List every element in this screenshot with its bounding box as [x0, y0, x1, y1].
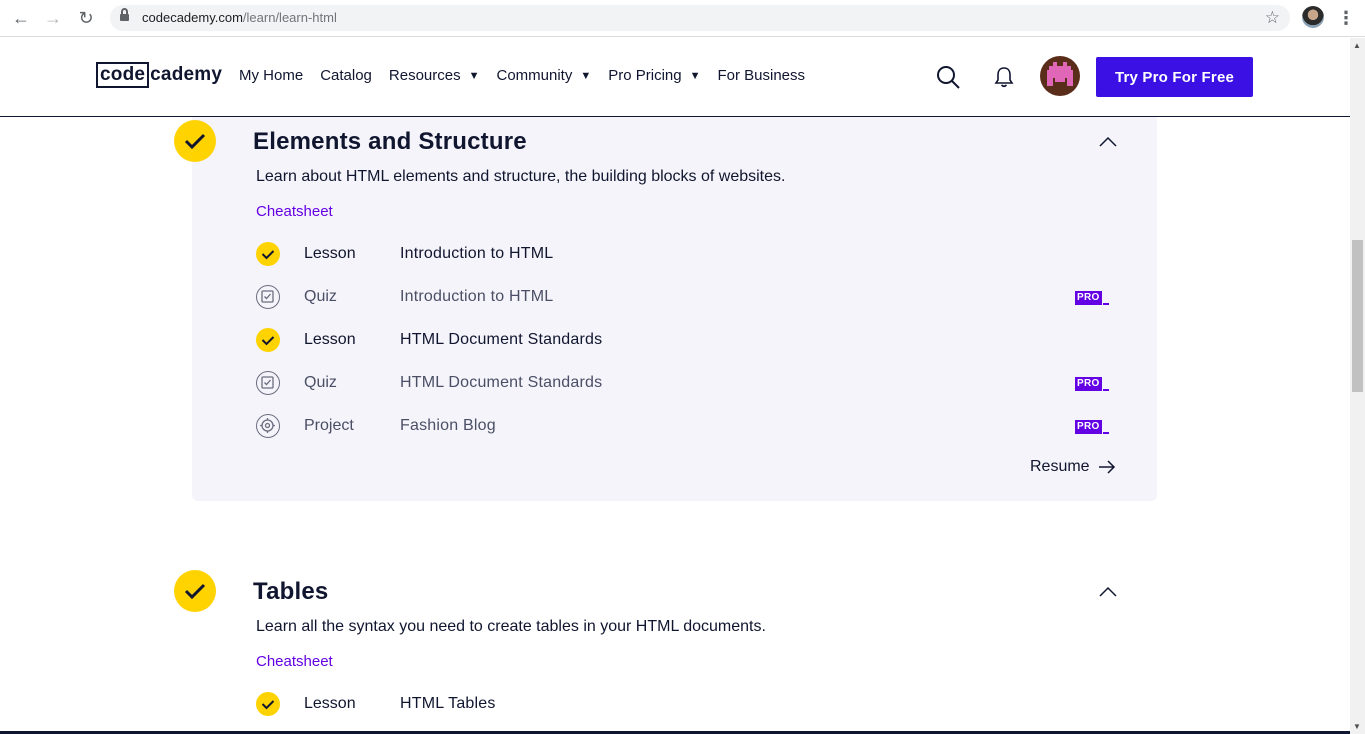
browser-menu-icon[interactable]: ⋮	[1337, 6, 1355, 30]
check-icon	[256, 692, 280, 716]
item-name: Fashion Blog	[400, 417, 496, 434]
pro-badge: PRO	[1075, 287, 1109, 305]
project-icon	[256, 414, 280, 438]
check-icon	[256, 242, 280, 266]
nav-pro-pricing[interactable]: Pro Pricing ▼	[608, 67, 700, 84]
reload-icon[interactable]: ↻	[75, 8, 97, 28]
address-bar[interactable]: codecademy.com/learn/learn-html ☆	[110, 5, 1290, 31]
list-item[interactable]: Project Fashion Blog PRO	[255, 412, 1125, 440]
resume-link[interactable]: Resume	[1030, 458, 1116, 476]
user-avatar[interactable]	[1040, 56, 1080, 96]
resume-label: Resume	[1030, 458, 1090, 475]
scroll-down-arrow-icon[interactable]: ▼	[1353, 722, 1361, 731]
caret-down-icon: ▼	[689, 69, 701, 82]
item-type: Quiz	[304, 288, 337, 305]
main-nav: My Home Catalog Resources ▼ Community ▼ Pr…	[239, 67, 822, 84]
pro-badge: PRO	[1075, 416, 1109, 434]
caret-down-icon: ▼	[580, 69, 592, 82]
item-name: HTML Tables	[400, 695, 496, 712]
module-complete-check-icon	[174, 570, 216, 612]
logo-text: cademy	[150, 64, 223, 85]
module-title[interactable]: Elements and Structure	[253, 128, 527, 156]
quiz-icon	[256, 285, 280, 309]
list-item[interactable]: Quiz HTML Document Standards PRO	[255, 369, 1125, 397]
cheatsheet-link[interactable]: Cheatsheet	[256, 203, 333, 220]
chevron-up-icon[interactable]	[1099, 136, 1117, 148]
chevron-up-icon[interactable]	[1099, 586, 1117, 598]
arrow-right-icon	[1098, 460, 1115, 474]
item-type: Lesson	[304, 245, 356, 262]
item-type: Lesson	[304, 695, 356, 712]
search-icon[interactable]	[936, 65, 960, 89]
pro-badge: PRO	[1075, 373, 1109, 391]
item-name: Introduction to HTML	[400, 245, 554, 262]
back-arrow-icon[interactable]: ←	[10, 8, 32, 28]
quiz-icon	[256, 371, 280, 395]
nav-my-home[interactable]: My Home	[239, 67, 303, 84]
module-description: Learn about HTML elements and structure,…	[256, 168, 786, 185]
item-name: HTML Document Standards	[400, 374, 603, 391]
logo-boxed-text: code	[96, 62, 150, 88]
item-name: Introduction to HTML	[400, 288, 554, 305]
caret-down-icon: ▼	[468, 69, 480, 82]
list-item[interactable]: Lesson Introduction to HTML	[255, 240, 1125, 268]
scrollbar-thumb[interactable]	[1352, 240, 1363, 392]
module-description: Learn all the syntax you need to create …	[256, 618, 766, 635]
nav-community[interactable]: Community ▼	[496, 67, 591, 84]
item-type: Lesson	[304, 331, 356, 348]
lock-icon	[120, 8, 129, 22]
page-scrollbar[interactable]: ▲ ▼	[1350, 38, 1365, 734]
nav-for-business[interactable]: For Business	[717, 67, 805, 84]
site-header: code cademy My Home Catalog Resources ▼ Co…	[0, 38, 1350, 117]
bell-icon[interactable]	[993, 66, 1015, 88]
nav-catalog[interactable]: Catalog	[320, 67, 372, 84]
list-item[interactable]: Quiz Introduction to HTML PRO	[255, 283, 1125, 311]
browser-toolbar: ← → ↻ codecademy.com/learn/learn-html ☆ …	[0, 0, 1365, 37]
item-name: HTML Document Standards	[400, 331, 603, 348]
nav-resources[interactable]: Resources ▼	[389, 67, 480, 84]
module-complete-check-icon	[174, 120, 216, 162]
scroll-up-arrow-icon[interactable]: ▲	[1353, 41, 1361, 50]
bookmark-star-icon[interactable]: ☆	[1265, 8, 1280, 28]
codecademy-logo[interactable]: code cademy	[96, 61, 222, 89]
item-type: Quiz	[304, 374, 337, 391]
url-text: codecademy.com/learn/learn-html	[142, 10, 337, 25]
cheatsheet-link[interactable]: Cheatsheet	[256, 653, 333, 670]
browser-profile-avatar[interactable]	[1302, 6, 1324, 28]
item-type: Project	[304, 417, 354, 434]
try-pro-button[interactable]: Try Pro For Free	[1096, 57, 1253, 97]
list-item[interactable]: Lesson HTML Tables	[255, 690, 1125, 718]
module-title[interactable]: Tables	[253, 578, 328, 606]
forward-arrow-icon[interactable]: →	[42, 8, 64, 28]
check-icon	[256, 328, 280, 352]
list-item[interactable]: Lesson HTML Document Standards	[255, 326, 1125, 354]
